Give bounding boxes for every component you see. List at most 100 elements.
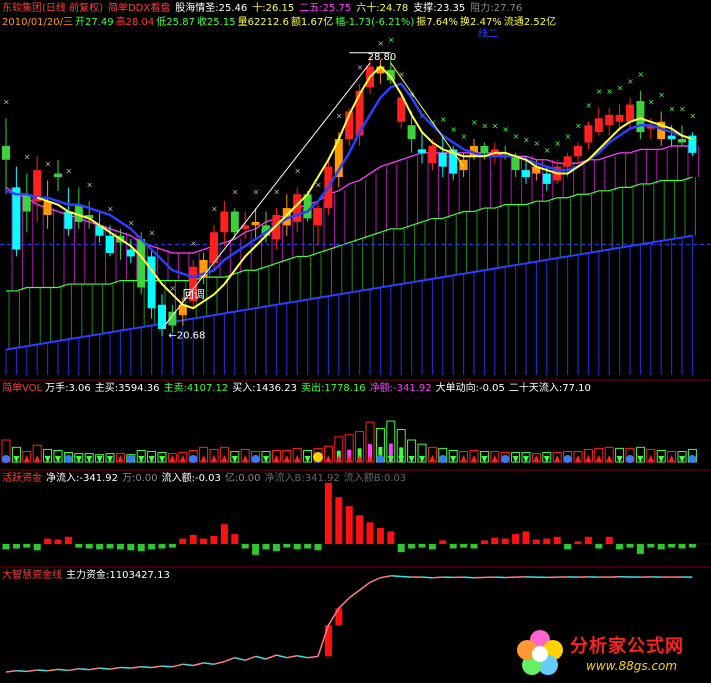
sentiment-value: 股海情圣:25.46 [175, 3, 248, 14]
active-flow-bar [460, 544, 468, 548]
net-inflow-value: 净流入:-341.92 [46, 473, 118, 484]
active-flow-bar [252, 544, 260, 555]
blue-dot-icon [688, 455, 697, 463]
candle-body [220, 211, 229, 233]
active-flow-bar [272, 544, 280, 552]
capital-line-segment [380, 575, 391, 579]
turnover-value: 换2.47% [460, 17, 502, 28]
ma25-value: 二五:25.75 [299, 3, 352, 14]
active-flow-bar [626, 544, 634, 548]
x-marker: × [86, 180, 93, 189]
candle-body [605, 114, 614, 126]
up-arrow-icon [429, 455, 436, 462]
ma-green-line [6, 176, 693, 292]
candle-body [438, 152, 447, 167]
candle-body [12, 187, 21, 250]
low-mark-label: ←20.68 [168, 331, 205, 342]
pullback-label: 回调 [183, 288, 205, 301]
watermark-title: 分析家公式网 [570, 636, 684, 657]
active-flow-bar [387, 531, 395, 544]
price-panel: ×××××××××××× × ×××××× ×××× ×××× × × ×× × ××××××× ×… [0, 35, 711, 375]
x-marker: × [596, 87, 603, 96]
capital-line-segment [193, 662, 204, 667]
capital-panel-title: 大智慧资金线 [2, 570, 62, 581]
blue-dot-icon [563, 455, 572, 463]
header-line-2: 2010/01/20/三 开27.49 高28.04 低25.87 收25.15 量622… [2, 16, 558, 30]
blue-dot-icon [501, 455, 510, 463]
active-flow-bar [584, 536, 592, 544]
low-value: 低25.87 [156, 17, 195, 28]
close-value: 收25.15 [196, 17, 236, 28]
candle-body [678, 139, 686, 143]
up-arrow-icon [179, 455, 186, 462]
up-arrow-icon [200, 455, 207, 462]
active-flow-bar [366, 522, 374, 544]
x-marker: × [637, 70, 644, 79]
active-flow-bar [200, 538, 208, 544]
active-flow-bar [605, 536, 613, 544]
wan-value: 万:0.00 [121, 473, 158, 484]
active-flow-bar [616, 544, 624, 550]
active-flow-bar [44, 538, 52, 544]
stock-name: 东软集团(日线 前复权) [2, 3, 103, 14]
up-arrow-icon [117, 455, 124, 462]
smiley-icon [313, 452, 323, 462]
capital-line-segment [57, 668, 69, 672]
capital-line-segment [68, 668, 79, 672]
x-marker: × [3, 98, 10, 107]
up-arrow-icon [294, 455, 301, 462]
x-marker: × [336, 111, 343, 120]
capital-line-segment [141, 666, 152, 669]
x-marker: × [533, 139, 540, 148]
active-flow-bar [189, 535, 197, 544]
capital-line-segment [265, 654, 277, 660]
up-arrow-icon [367, 455, 373, 462]
capital-panel-header: 大智慧资金线 主力资金:1103427.13 [2, 569, 175, 583]
capital-line-segment [369, 577, 381, 583]
capital-line-segment [307, 655, 319, 659]
blue-dot-icon [64, 455, 73, 463]
x-marker: × [658, 91, 665, 100]
x-marker: × [565, 132, 572, 141]
up-arrow-icon [34, 455, 41, 462]
amplitude-value: 振7.64% [416, 17, 459, 28]
active-flow-bar [293, 544, 301, 550]
flower-logo-icon [517, 630, 563, 675]
x-marker: × [513, 132, 520, 141]
active-flow-bar [96, 544, 104, 550]
overlay-inflow-amount: 流入额B:0.03 [343, 473, 407, 484]
candle-body [64, 211, 73, 229]
blue-dot-icon [376, 455, 385, 463]
ma10-value: 十:26.15 [252, 3, 295, 14]
x-marker: × [679, 104, 686, 113]
ma60-value: 六十:24.78 [356, 3, 409, 14]
open-value: 开27.49 [75, 17, 114, 28]
vol-panel-title: 简单VOL [2, 383, 43, 394]
capital-line-segment [297, 655, 308, 659]
net-value: 净额:-341.92 [369, 383, 432, 394]
date-value: 2010/01/20/三 [2, 17, 74, 28]
x-marker: × [190, 239, 197, 248]
active-flow-bar [304, 544, 312, 549]
capital-line-segment [244, 655, 256, 662]
indicator-name: 简单DDX看盘 [107, 3, 171, 14]
up-arrow-icon [325, 455, 332, 462]
inflow20-value: 二十天流入:77.10 [508, 383, 591, 394]
up-arrow-icon [647, 455, 654, 462]
candle-body [667, 135, 676, 140]
overlay-net-inflow: 净流入B:341.92 [264, 473, 340, 484]
active-flow-bar [376, 527, 384, 544]
up-arrow-icon [575, 455, 581, 462]
candle-body [407, 125, 416, 140]
up-arrow-icon [346, 455, 353, 462]
active-flow-bar [241, 544, 249, 549]
capital-jump-bar [335, 608, 343, 626]
sell-value: 卖出:1778.16 [300, 383, 366, 394]
buy-value: 买入:1436.23 [232, 383, 297, 394]
candle-body [251, 221, 260, 226]
support-value: 支撑:23.35 [413, 3, 466, 14]
vol-panel-header: 简单VOL 万手:3.06 主买:3594.36 主卖:4107.12 买入:1436.… [2, 382, 591, 396]
big-order-value: 大单动向:-0.05 [435, 383, 505, 394]
active-flow-bar [85, 544, 93, 549]
active-flow-bar [418, 544, 426, 548]
